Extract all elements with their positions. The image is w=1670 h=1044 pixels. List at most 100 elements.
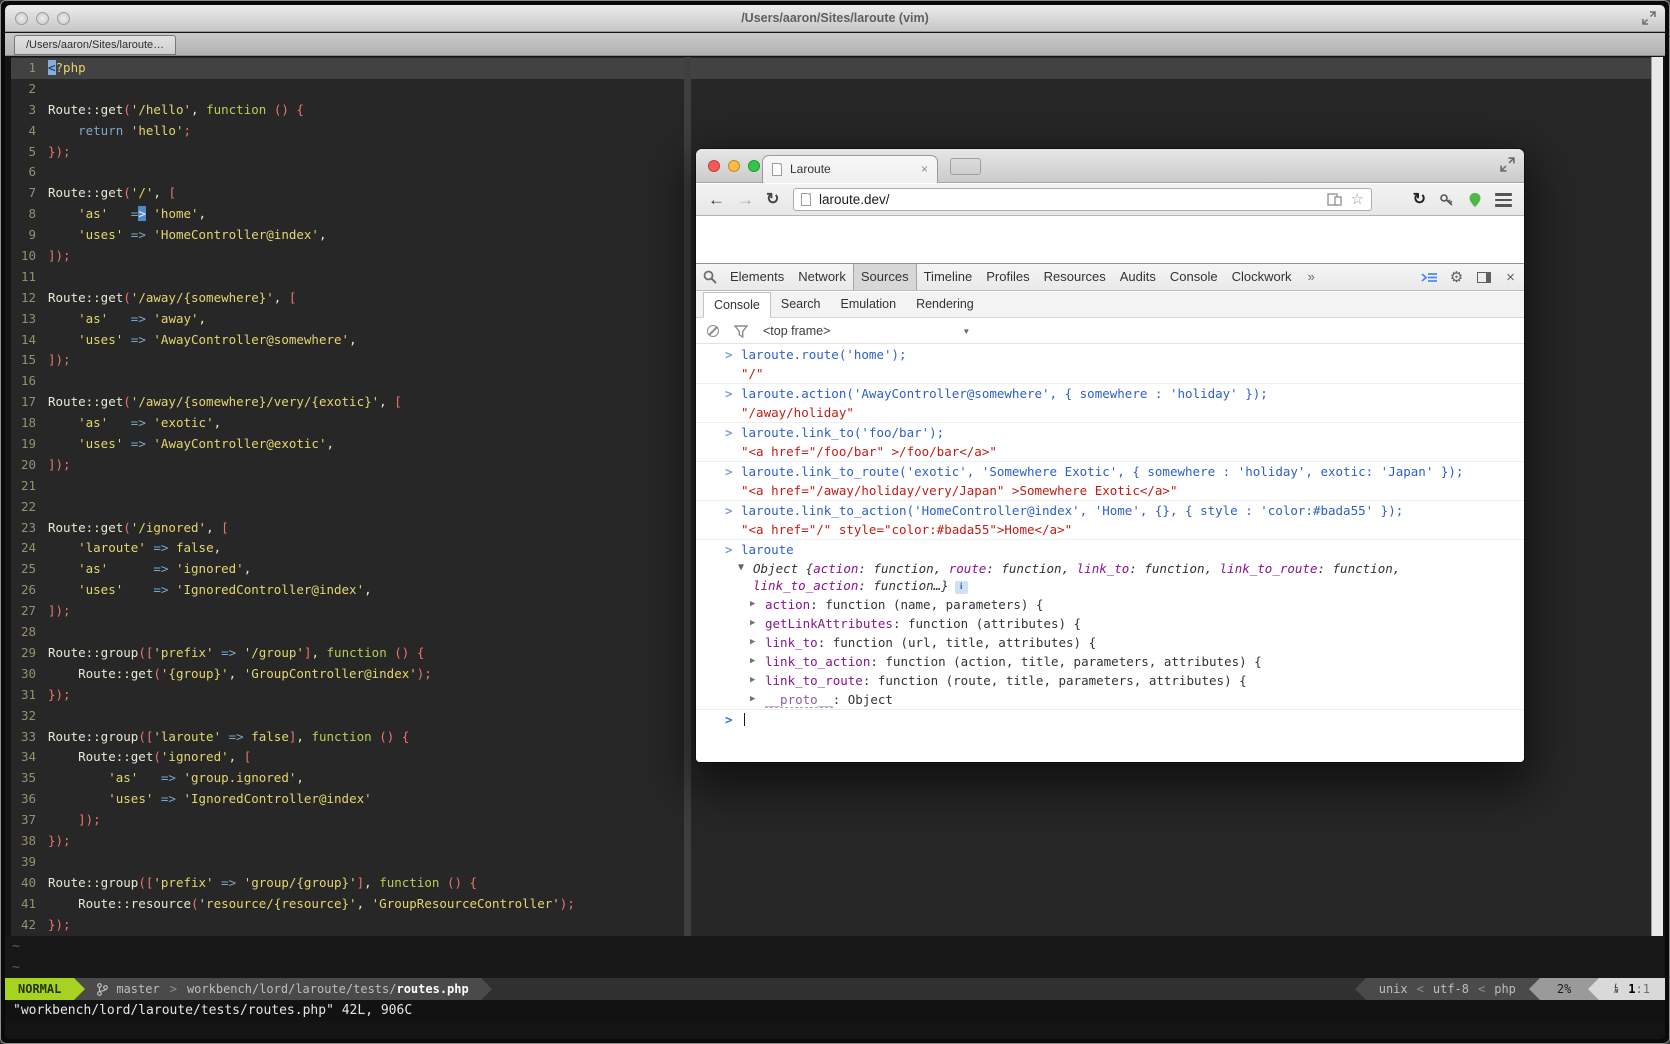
devtools-close-icon[interactable]: × [1497, 264, 1524, 290]
expand-triangle-icon[interactable]: ▶ [750, 653, 755, 670]
code-line[interactable]: 20]); [11, 455, 684, 476]
vim-pane-left[interactable]: 1<?php23Route::get('/hello', function ()… [11, 57, 684, 936]
terminal-scrollbar[interactable] [1651, 57, 1663, 936]
code-line[interactable]: 3Route::get('/hello', function () { [11, 100, 684, 121]
code-line[interactable]: 30 Route::get('{group}', 'GroupControlle… [11, 664, 684, 685]
tab-overflow-icon[interactable]: » [1299, 264, 1324, 290]
terminal-tab[interactable]: /Users/aaron/Sites/laroute… [14, 35, 176, 55]
clear-console-icon[interactable] [707, 325, 719, 337]
code-line[interactable]: 29Route::group(['prefix' => '/group'], f… [11, 643, 684, 664]
devtools-tab-elements[interactable]: Elements [723, 264, 791, 290]
code-line[interactable]: 9 'uses' => 'HomeController@index', [11, 225, 684, 246]
code-line[interactable]: 26 'uses' => 'IgnoredController@index', [11, 580, 684, 601]
code-line[interactable]: 15]); [11, 350, 684, 371]
code-line[interactable]: 12Route::get('/away/{somewhere}', [ [11, 288, 684, 309]
code-line[interactable]: 11 [11, 267, 684, 288]
console-input-row[interactable]: >laroute.link_to_route('exotic', 'Somewh… [696, 462, 1524, 481]
code-line[interactable]: 34 Route::get('ignored', [ [11, 747, 684, 768]
devtools-tab-audits[interactable]: Audits [1113, 264, 1163, 290]
code-line[interactable]: 31}); [11, 685, 684, 706]
search-icon[interactable] [696, 264, 723, 290]
code-line[interactable]: 17Route::get('/away/{somewhere}/very/{ex… [11, 392, 684, 413]
code-line[interactable]: 4 return 'hello'; [11, 121, 684, 142]
console-input-row[interactable]: >laroute.action('AwayController@somewher… [696, 384, 1524, 403]
tab-close-icon[interactable]: × [921, 156, 928, 183]
back-button[interactable]: ← [708, 184, 725, 215]
code-line[interactable]: 18 'as' => 'exotic', [11, 413, 684, 434]
collapse-triangle-icon[interactable]: ▼ [738, 559, 744, 576]
code-line[interactable]: 8 'as' => 'home', [11, 204, 684, 225]
code-line[interactable]: 37 ]); [11, 810, 684, 831]
code-line[interactable]: 33Route::group(['laroute' => false], fun… [11, 727, 684, 748]
frame-selector[interactable]: <top frame> ▼ [763, 324, 970, 338]
page-viewport[interactable] [696, 217, 1524, 263]
window-resize-icon[interactable] [1500, 157, 1515, 172]
extension-pin-icon[interactable] [1468, 192, 1482, 208]
terminal-titlebar[interactable]: /Users/aaron/Sites/laroute (vim) [5, 5, 1665, 32]
code-line[interactable]: 7Route::get('/', [ [11, 183, 684, 204]
code-line[interactable]: 24 'laroute' => false, [11, 538, 684, 559]
code-line[interactable]: 35 'as' => 'group.ignored', [11, 768, 684, 789]
code-line[interactable]: 40Route::group(['prefix' => 'group/{grou… [11, 873, 684, 894]
code-line[interactable]: 14 'uses' => 'AwayController@somewhere', [11, 330, 684, 351]
code-line[interactable]: 42}); [11, 915, 684, 936]
code-line[interactable]: 13 'as' => 'away', [11, 309, 684, 330]
device-mode-icon[interactable] [1327, 193, 1343, 206]
bookmark-star-icon[interactable]: ☆ [1351, 192, 1364, 207]
menu-icon[interactable] [1495, 193, 1512, 207]
drawer-tab-search[interactable]: Search [771, 292, 831, 317]
expand-triangle-icon[interactable]: ▶ [750, 672, 755, 689]
zoom-button[interactable] [748, 160, 760, 172]
drawer-tab-console[interactable]: Console [703, 292, 771, 318]
code-line[interactable]: 22 [11, 497, 684, 518]
extension-swirl-icon[interactable]: ↻ [1413, 192, 1426, 208]
console-prompt-row[interactable]: > [696, 710, 1524, 729]
close-button[interactable] [708, 160, 720, 172]
url-text[interactable]: laroute.dev/ [819, 189, 890, 210]
code-line[interactable]: 10]); [11, 246, 684, 267]
reload-button[interactable]: ↻ [766, 184, 779, 215]
forward-button[interactable]: → [737, 184, 754, 215]
code-line[interactable]: 38}); [11, 831, 684, 852]
dock-side-icon[interactable] [1470, 264, 1497, 290]
code-line[interactable]: 32 [11, 706, 684, 727]
vim-split-divider[interactable] [684, 57, 691, 936]
gear-icon[interactable]: ⚙ [1443, 264, 1470, 290]
devtools-tab-network[interactable]: Network [791, 264, 853, 290]
code-line[interactable]: 39 [11, 852, 684, 873]
code-line[interactable]: 36 'uses' => 'IgnoredController@index' [11, 789, 684, 810]
new-tab-button[interactable] [950, 158, 981, 175]
drawer-tab-emulation[interactable]: Emulation [830, 292, 906, 317]
console-log[interactable]: >laroute.route('home');"/">laroute.actio… [696, 345, 1524, 762]
code-line[interactable]: 6 [11, 162, 684, 183]
devtools-tab-console[interactable]: Console [1163, 264, 1225, 290]
devtools-tab-sources[interactable]: Sources [853, 264, 917, 290]
browser-titlebar[interactable]: Laroute × [696, 149, 1524, 183]
code-line[interactable]: 1<?php [11, 58, 684, 79]
code-line[interactable]: 27]); [11, 601, 684, 622]
console-input-row[interactable]: >laroute [696, 540, 1524, 559]
drawer-tab-rendering[interactable]: Rendering [906, 292, 984, 317]
console-input-row[interactable]: >laroute.route('home'); [696, 345, 1524, 364]
code-line[interactable]: 16 [11, 371, 684, 392]
address-bar[interactable]: laroute.dev/ ☆ [793, 188, 1372, 211]
drawer-toggle-icon[interactable] [1416, 264, 1443, 290]
code-line[interactable]: 28 [11, 622, 684, 643]
code-line[interactable]: 5}); [11, 142, 684, 163]
browser-tab[interactable]: Laroute × [762, 155, 938, 183]
console-input-row[interactable]: >laroute.link_to_action('HomeController@… [696, 501, 1524, 520]
code-line[interactable]: 2 [11, 79, 684, 100]
code-line[interactable]: 19 'uses' => 'AwayController@exotic', [11, 434, 684, 455]
code-line[interactable]: 21 [11, 476, 684, 497]
expand-triangle-icon[interactable]: ▶ [750, 615, 755, 632]
info-icon[interactable]: i [955, 581, 968, 594]
code-line[interactable]: 23Route::get('/ignored', [ [11, 518, 684, 539]
devtools-tab-profiles[interactable]: Profiles [979, 264, 1036, 290]
filter-icon[interactable] [734, 325, 748, 338]
console-input-row[interactable]: >laroute.link_to('foo/bar'); [696, 423, 1524, 442]
code-line[interactable]: 25 'as' => 'ignored', [11, 559, 684, 580]
devtools-tab-timeline[interactable]: Timeline [917, 264, 980, 290]
minimize-button[interactable] [728, 160, 740, 172]
expand-triangle-icon[interactable]: ▶ [750, 596, 755, 613]
expand-triangle-icon[interactable]: ▶ [750, 691, 755, 708]
